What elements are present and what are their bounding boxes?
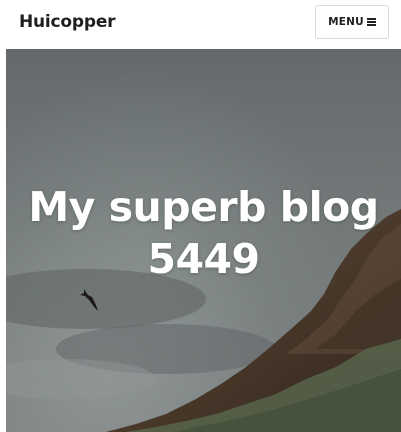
menu-label: MENU bbox=[328, 16, 364, 28]
hero-banner: My superb blog 5449 bbox=[6, 49, 401, 432]
menu-button[interactable]: MENU bbox=[315, 5, 389, 39]
hero-title: My superb blog 5449 bbox=[28, 183, 379, 283]
site-header: Huicopper MENU bbox=[0, 0, 401, 48]
page: Huicopper MENU My superb blog 5449 bbox=[0, 0, 401, 432]
hamburger-icon bbox=[366, 18, 376, 26]
site-title[interactable]: Huicopper bbox=[19, 12, 116, 32]
